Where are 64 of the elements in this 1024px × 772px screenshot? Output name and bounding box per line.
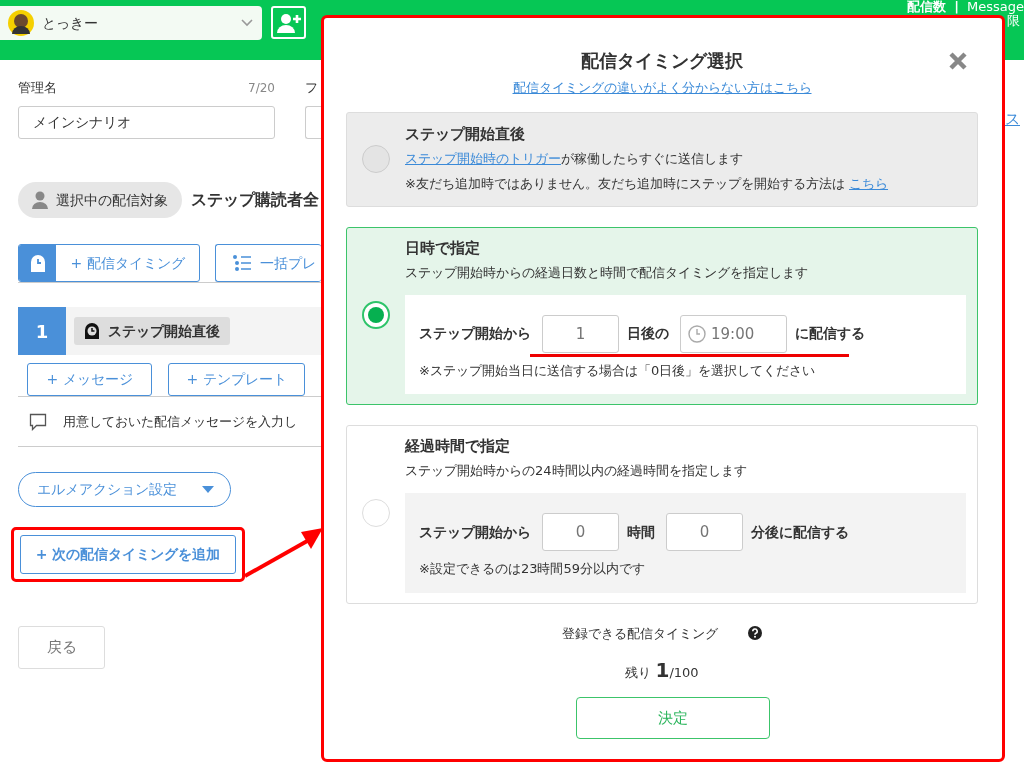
option-note: ※ステップ開始当日に送信する場合は「0日後」を選択してください [419, 362, 816, 378]
remaining-count: 残り 1/100 [625, 665, 699, 680]
caret-down-icon [202, 485, 214, 494]
radio-button[interactable] [362, 499, 390, 528]
chat-icon [29, 412, 47, 431]
field-label: フ [305, 79, 318, 98]
option-title: ステップ開始直後 [405, 123, 526, 145]
bulk-preview-button[interactable]: 一括プレ [215, 244, 321, 282]
character-count: 7/20 [248, 80, 275, 97]
back-button[interactable]: 戻る [18, 626, 105, 669]
submit-button[interactable]: 決定 [576, 697, 770, 739]
field-label: ステップ開始から [419, 324, 531, 343]
message-hint: 用意しておいた配信メッセージを入力し [63, 412, 297, 431]
help-link[interactable]: 配信タイミングの違いがよく分からない方はこちら [512, 80, 812, 95]
remaining-label: 登録できる配信タイミング [562, 624, 718, 643]
account-select[interactable]: とっきー [0, 6, 262, 40]
option-description: ステップ開始時のトリガーが稼働したらすぐに送信します [405, 150, 743, 166]
add-user-icon [275, 11, 302, 34]
avatar-icon [8, 10, 34, 36]
clock-icon [84, 322, 100, 340]
timing-button[interactable]: + 配信タイミング [18, 244, 200, 282]
field-label: に配信する [795, 324, 865, 343]
dialog-title: 配信タイミング選択 [581, 49, 743, 73]
option-note: ※友だち追加時ではありません。友だち追加時にステップを開始する方法は こちら [405, 175, 889, 191]
number-field[interactable]: 0 [666, 513, 743, 551]
side-link[interactable]: ス [1005, 108, 1020, 131]
target-value: ステップ購読者全 [191, 189, 319, 211]
close-icon[interactable] [948, 51, 968, 71]
clock-icon [688, 324, 706, 343]
option-title: 日時で指定 [405, 237, 481, 259]
add-timing-button[interactable]: + 次の配信タイミングを追加 [20, 535, 236, 574]
field-label: 日後の [627, 324, 669, 343]
clock-icon [28, 253, 47, 273]
list-icon [232, 255, 252, 271]
option-card[interactable]: 経過時間で指定 ステップ開始時からの24時間以内の経過時間を指定します ステップ開始から 0 時間 0 分後に配信する ※設定できるのは23時間59分以内です [346, 425, 978, 604]
add-friend-button[interactable] [271, 6, 306, 39]
option-card[interactable]: 日時で指定 ステップ開始時からの経過日数と時間で配信タイミングを指定します ステップ開始から 1 日後の 19:00 に配信する ※ステップ開始当日に送信する場合は「0日後」を選択してください [346, 226, 978, 405]
radio-button[interactable] [362, 300, 390, 329]
time-field[interactable]: 19:00 [680, 314, 787, 353]
chevron-down-icon [240, 18, 254, 28]
limit-label: 限 [1007, 14, 1020, 28]
option-title: 経過時間で指定 [405, 436, 511, 457]
timing-badge: ステップ開始直後 [74, 317, 230, 345]
field-label: 分後に配信する [751, 522, 849, 542]
template-button[interactable]: + テンプレート [168, 363, 305, 396]
number-field[interactable]: 1 [542, 314, 619, 353]
message-button[interactable]: + メッセージ [27, 363, 152, 396]
person-icon [32, 191, 48, 209]
action-settings-dropdown[interactable]: エルメアクション設定 [18, 472, 231, 507]
name-field[interactable]: メインシナリオ [18, 106, 275, 139]
step-number: 1 [18, 307, 66, 355]
help-icon [748, 626, 762, 641]
target-pill: 選択中の配信対象 [18, 182, 182, 218]
separator-text: | [954, 0, 959, 14]
counter-label: 配信数 [907, 0, 947, 14]
field-label: 時間 [627, 522, 655, 542]
message-link[interactable]: Message [967, 0, 1024, 14]
option-note: ※設定できるのは23時間59分以内です [419, 561, 645, 576]
account-name: とっきー [42, 13, 99, 33]
field-label: 管理名 [18, 79, 57, 98]
field-label: ステップ開始から [419, 522, 531, 542]
option-description: ステップ開始時からの24時間以内の経過時間を指定します [405, 463, 747, 478]
number-field[interactable]: 0 [542, 513, 619, 551]
option-description: ステップ開始時からの経過日数と時間で配信タイミングを指定します [405, 264, 808, 280]
